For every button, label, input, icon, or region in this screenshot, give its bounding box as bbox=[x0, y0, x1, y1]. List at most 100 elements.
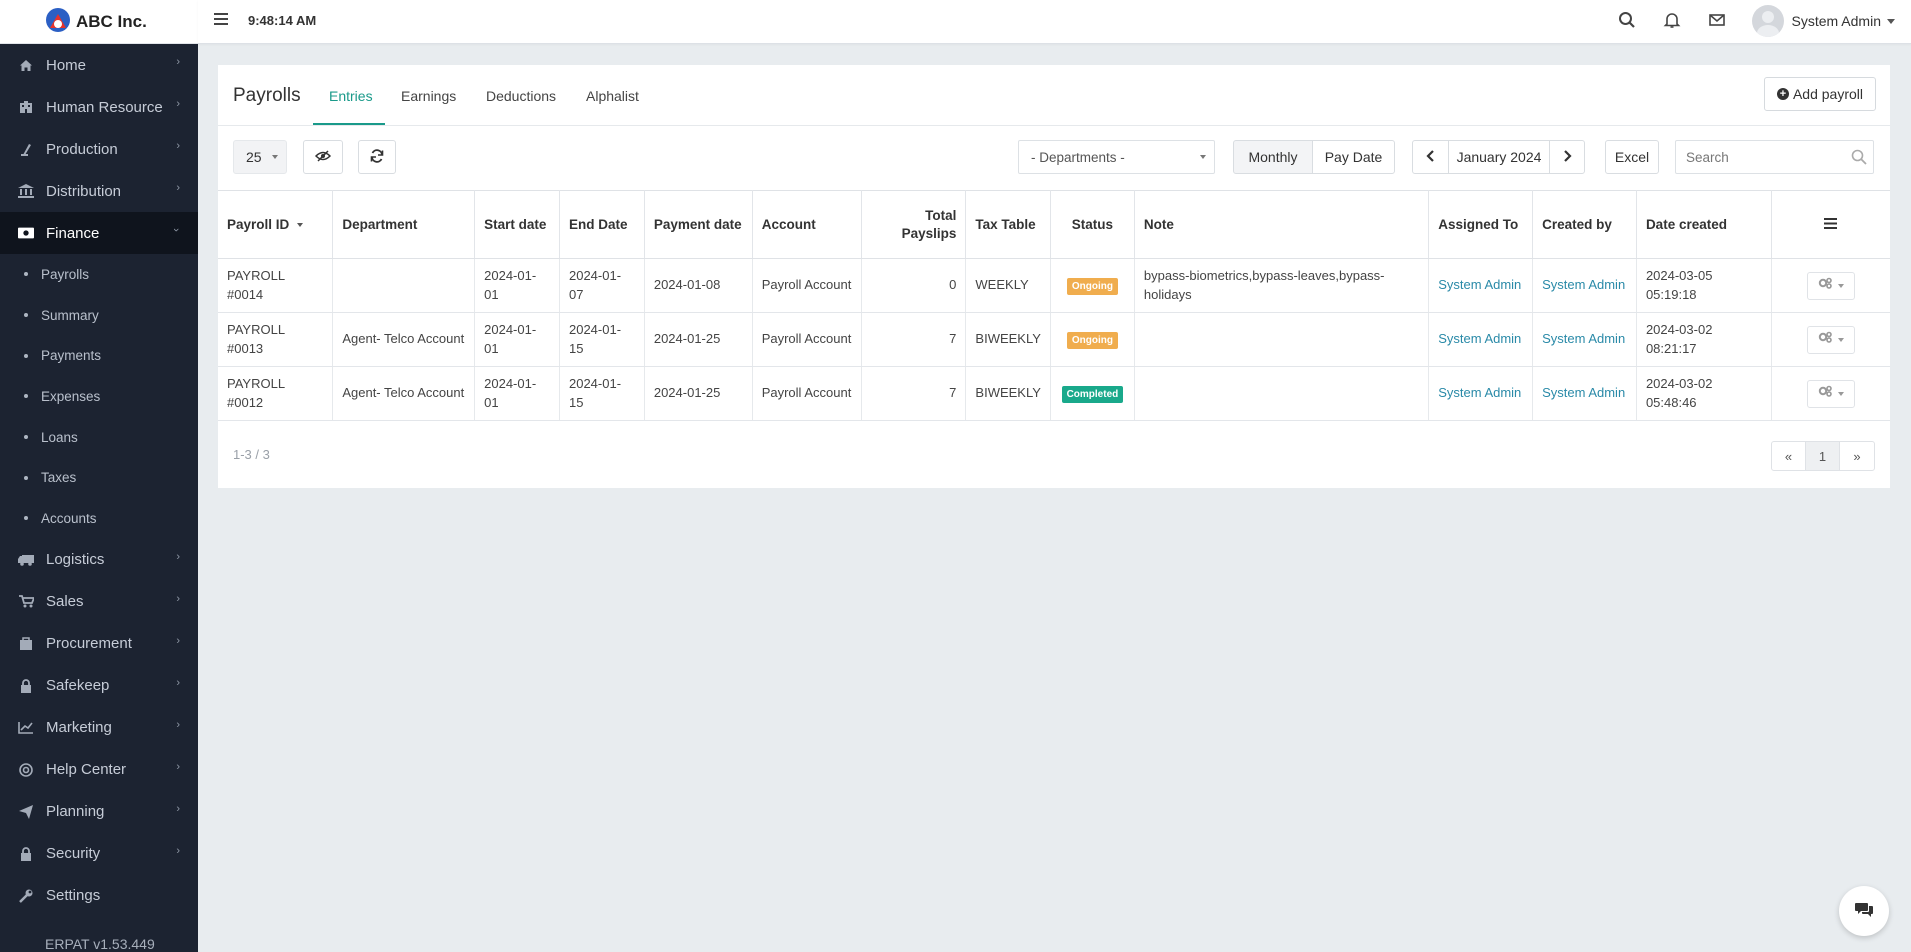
bell-icon[interactable] bbox=[1663, 11, 1683, 31]
chevron-down-icon: › bbox=[170, 228, 183, 232]
column-options-header[interactable] bbox=[1771, 190, 1890, 259]
sidebar-item-label: Logistics bbox=[46, 551, 105, 569]
payrolls-card: Payrolls Entries Earnings Deductions Alp… bbox=[218, 65, 1890, 488]
chart-line-icon bbox=[18, 721, 34, 735]
chat-button[interactable] bbox=[1839, 886, 1889, 936]
chat-icon bbox=[1854, 901, 1874, 921]
refresh-button[interactable] bbox=[358, 140, 396, 174]
sidebar-item-human-resource[interactable]: Human Resource › bbox=[0, 86, 198, 128]
pagination-page-button[interactable]: 1 bbox=[1806, 442, 1840, 470]
user-menu[interactable]: System Admin bbox=[1751, 5, 1895, 37]
tab-entries[interactable]: Entries bbox=[329, 88, 373, 104]
cell-created-by[interactable]: System Admin bbox=[1532, 312, 1637, 367]
page-size-select[interactable]: 25 bbox=[233, 140, 287, 174]
column-header-status[interactable]: Status bbox=[1050, 190, 1135, 259]
next-period-button[interactable] bbox=[1549, 140, 1585, 174]
cell-tax-table: WEEKLY bbox=[965, 258, 1051, 313]
column-header-created-by[interactable]: Created by bbox=[1532, 190, 1637, 259]
cell-created-by[interactable]: System Admin bbox=[1532, 366, 1637, 421]
sidebar-item-home[interactable]: Home › bbox=[0, 44, 198, 86]
search-input[interactable]: Search bbox=[1675, 140, 1874, 174]
sidebar-item-help-center[interactable]: Help Center › bbox=[0, 749, 198, 791]
sidebar-item-label: Production bbox=[46, 140, 118, 158]
gears-icon bbox=[1818, 276, 1834, 295]
cell-created-by[interactable]: System Admin bbox=[1532, 258, 1637, 313]
search-icon[interactable] bbox=[1618, 11, 1638, 31]
cell-assigned-to[interactable]: System Admin bbox=[1428, 366, 1534, 421]
excel-export-button[interactable]: Excel bbox=[1605, 140, 1659, 174]
row-actions-button[interactable] bbox=[1806, 271, 1855, 300]
sidebar-item-security[interactable]: Security › bbox=[0, 833, 198, 875]
sidebar: ABC Inc. Home › Human Resource › Product… bbox=[0, 0, 198, 952]
paydate-toggle-button[interactable]: Pay Date bbox=[1312, 140, 1395, 174]
column-header-tax-table[interactable]: Tax Table bbox=[965, 190, 1051, 259]
caret-down-icon bbox=[1837, 391, 1844, 396]
sidebar-item-distribution[interactable]: Distribution › bbox=[0, 170, 198, 212]
cell-payroll-id[interactable]: PAYROLL #0014 bbox=[218, 258, 334, 313]
sidebar-subitem-taxes[interactable]: Taxes bbox=[0, 457, 198, 498]
chevron-right-icon: › bbox=[176, 802, 180, 815]
column-header-payment-date[interactable]: Payment date bbox=[644, 190, 753, 259]
department-select[interactable]: - Departments - bbox=[1018, 140, 1215, 174]
clock: 9:48:14 AM bbox=[248, 13, 317, 28]
sidebar-subitem-summary[interactable]: Summary bbox=[0, 295, 198, 336]
row-actions-button[interactable] bbox=[1806, 379, 1855, 408]
building-icon bbox=[18, 100, 34, 114]
sidebar-subitem-expenses[interactable]: Expenses bbox=[0, 376, 198, 417]
sidebar-item-production[interactable]: Production › bbox=[0, 128, 198, 170]
mail-icon[interactable] bbox=[1708, 11, 1728, 31]
sidebar-item-procurement[interactable]: Procurement › bbox=[0, 623, 198, 665]
pagination-next-button[interactable]: » bbox=[1840, 442, 1874, 470]
money-icon bbox=[18, 226, 34, 240]
tab-earnings[interactable]: Earnings bbox=[401, 88, 456, 104]
period-label: January 2024 bbox=[1448, 140, 1550, 174]
tab-alphalist[interactable]: Alphalist bbox=[586, 88, 639, 104]
column-header-assigned-to[interactable]: Assigned To bbox=[1428, 190, 1534, 259]
sidebar-item-label: Safekeep bbox=[46, 677, 110, 695]
cell-payment-date: 2024-01-08 bbox=[644, 258, 753, 313]
column-header-start-date[interactable]: Start date bbox=[474, 190, 560, 259]
cell-actions bbox=[1771, 312, 1890, 367]
row-actions-button[interactable] bbox=[1806, 325, 1855, 354]
sidebar-item-finance[interactable]: Finance › bbox=[0, 212, 198, 254]
sidebar-subitem-loans[interactable]: Loans bbox=[0, 417, 198, 458]
sidebar-item-label: Human Resource bbox=[46, 98, 163, 116]
sidebar-subitem-payments[interactable]: Payments bbox=[0, 335, 198, 376]
brand[interactable]: ABC Inc. bbox=[0, 0, 198, 44]
column-header-total-payslips[interactable]: Total Payslips bbox=[861, 190, 967, 259]
gears-icon bbox=[1818, 330, 1834, 349]
sidebar-item-sales[interactable]: Sales › bbox=[0, 581, 198, 623]
pagination-prev-button[interactable]: « bbox=[1772, 442, 1806, 470]
prev-period-button[interactable] bbox=[1412, 140, 1449, 174]
caret-down-icon bbox=[272, 155, 278, 159]
column-header-payroll-id[interactable]: Payroll ID bbox=[218, 190, 334, 259]
add-payroll-button[interactable]: + Add payroll bbox=[1763, 77, 1876, 111]
truck-icon bbox=[18, 553, 34, 567]
caret-down-icon bbox=[1887, 18, 1895, 24]
column-header-department[interactable]: Department bbox=[332, 190, 476, 259]
chevron-left-icon bbox=[1426, 149, 1435, 165]
cell-assigned-to[interactable]: System Admin bbox=[1428, 258, 1534, 313]
column-header-account[interactable]: Account bbox=[752, 190, 862, 259]
caret-down-icon bbox=[1837, 283, 1844, 288]
cell-assigned-to[interactable]: System Admin bbox=[1428, 312, 1534, 367]
sidebar-subitem-accounts[interactable]: Accounts bbox=[0, 498, 198, 539]
cell-payroll-id[interactable]: PAYROLL #0012 bbox=[218, 366, 334, 421]
column-header-end-date[interactable]: End Date bbox=[559, 190, 645, 259]
sidebar-item-planning[interactable]: Planning › bbox=[0, 791, 198, 833]
column-visibility-button[interactable] bbox=[303, 140, 343, 174]
wrench-icon bbox=[18, 889, 34, 903]
sidebar-item-settings[interactable]: Settings bbox=[0, 875, 198, 917]
menu-toggle-icon[interactable] bbox=[214, 13, 228, 25]
sort-caret-icon bbox=[297, 222, 304, 227]
column-header-date-created[interactable]: Date created bbox=[1636, 190, 1772, 259]
sidebar-subitem-payrolls[interactable]: Payrolls bbox=[0, 254, 198, 295]
sidebar-item-marketing[interactable]: Marketing › bbox=[0, 707, 198, 749]
cell-end-date: 2024-01-15 bbox=[559, 312, 645, 367]
column-header-note[interactable]: Note bbox=[1134, 190, 1430, 259]
tab-deductions[interactable]: Deductions bbox=[486, 88, 556, 104]
cell-payroll-id[interactable]: PAYROLL #0013 bbox=[218, 312, 334, 367]
sidebar-item-safekeep[interactable]: Safekeep › bbox=[0, 665, 198, 707]
monthly-toggle-button[interactable]: Monthly bbox=[1233, 140, 1313, 174]
sidebar-item-logistics[interactable]: Logistics › bbox=[0, 539, 198, 581]
